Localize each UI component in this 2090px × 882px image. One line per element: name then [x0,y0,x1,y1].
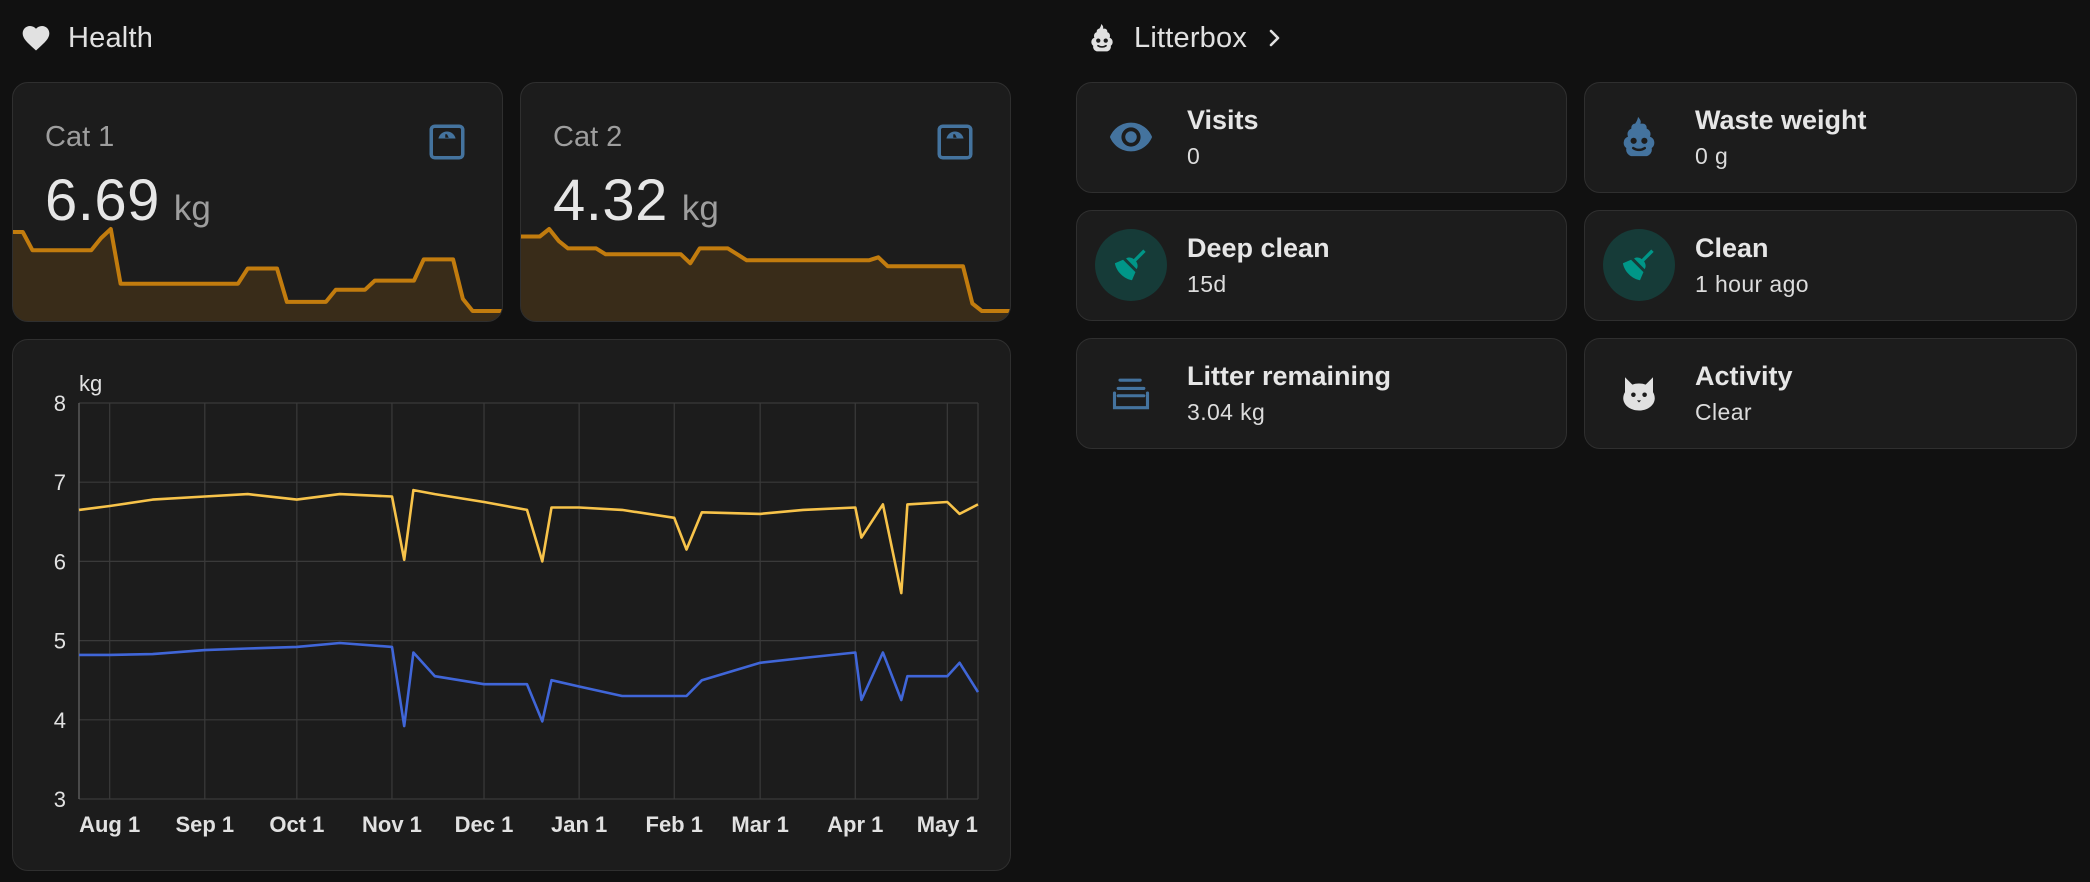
cat2-sparkline [521,227,1010,321]
y-tick-label: 8 [54,391,66,416]
tile-state: 3.04 kg [1187,399,1266,425]
x-tick-label: Apr 1 [827,812,883,837]
scale-icon [426,121,468,163]
waste-weight-tile[interactable]: Waste weight 0 g [1584,82,2077,193]
x-tick-label: Dec 1 [455,812,514,837]
weight-history-card[interactable]: 8 7 6 5 4 3 kg Aug 1 Sep 1 Oct 1 Nov 1 Dec 1 Jan 1 Fe… [12,339,1011,871]
activity-tile[interactable]: Activity Clear [1584,338,2077,449]
cat1-weight-card[interactable]: Cat 1 6.69 kg [12,82,503,322]
tile-name: Waste weight [1695,105,1867,135]
series-line-1 [78,488,979,595]
x-tick-label: Aug 1 [79,812,140,837]
layers-icon [1095,357,1167,429]
cat2-weight-card[interactable]: Cat 2 4.32 kg [520,82,1011,322]
tile-state: 15d [1187,271,1227,297]
sensor-name: Cat 2 [553,121,623,153]
scale-icon [934,121,976,163]
litterbox-title: Litterbox [1134,21,1248,54]
litter-remaining-tile[interactable]: Litter remaining 3.04 kg [1076,338,1567,449]
y-tick-label: 7 [54,470,66,495]
tile-state: 0 [1187,143,1201,169]
tile-state: Clear [1695,399,1752,425]
x-tick-label: Oct 1 [269,812,324,837]
visits-tile[interactable]: Visits 0 [1076,82,1567,193]
poop-icon [1603,101,1675,173]
health-title: Health [68,21,154,54]
sensor-name: Cat 1 [45,121,115,153]
broom-icon[interactable] [1603,229,1675,301]
y-tick-label: 5 [54,629,66,654]
cat1-sparkline [13,227,502,321]
x-tick-label: May 1 [917,812,978,837]
litterbox-icon [1086,22,1118,54]
tile-state: 1 hour ago [1695,271,1809,297]
tile-name: Clean [1695,233,1769,263]
tile-name: Visits [1187,105,1259,135]
y-tick-label: 4 [54,708,66,733]
y-unit-label: kg [79,371,102,396]
health-header: Health [20,16,153,60]
tile-name: Activity [1695,361,1793,391]
sparkline-area [13,229,502,321]
y-tick-label: 6 [54,549,66,574]
heart-icon [20,22,52,54]
x-tick-label: Nov 1 [362,812,422,837]
clean-tile[interactable]: Clean 1 hour ago [1584,210,2077,321]
tile-name: Deep clean [1187,233,1330,263]
weight-history-chart: 8 7 6 5 4 3 kg Aug 1 Sep 1 Oct 1 Nov 1 Dec 1 Jan 1 Fe… [54,371,980,837]
sparkline-area [521,229,1010,321]
x-tick-label: Mar 1 [731,812,788,837]
deep-clean-tile[interactable]: Deep clean 15d [1076,210,1567,321]
y-tick-label: 3 [54,787,66,812]
tile-state: 0 g [1695,143,1729,169]
tile-name: Litter remaining [1187,361,1392,391]
broom-icon[interactable] [1095,229,1167,301]
series-line-2 [79,641,980,728]
x-tick-label: Sep 1 [175,812,234,837]
cat-icon [1603,357,1675,429]
x-tick-label: Feb 1 [646,812,703,837]
eye-icon [1095,101,1167,173]
litterbox-header[interactable]: Litterbox [1086,16,1285,60]
chevron-right-icon[interactable] [1265,22,1285,54]
x-tick-label: Jan 1 [551,812,607,837]
